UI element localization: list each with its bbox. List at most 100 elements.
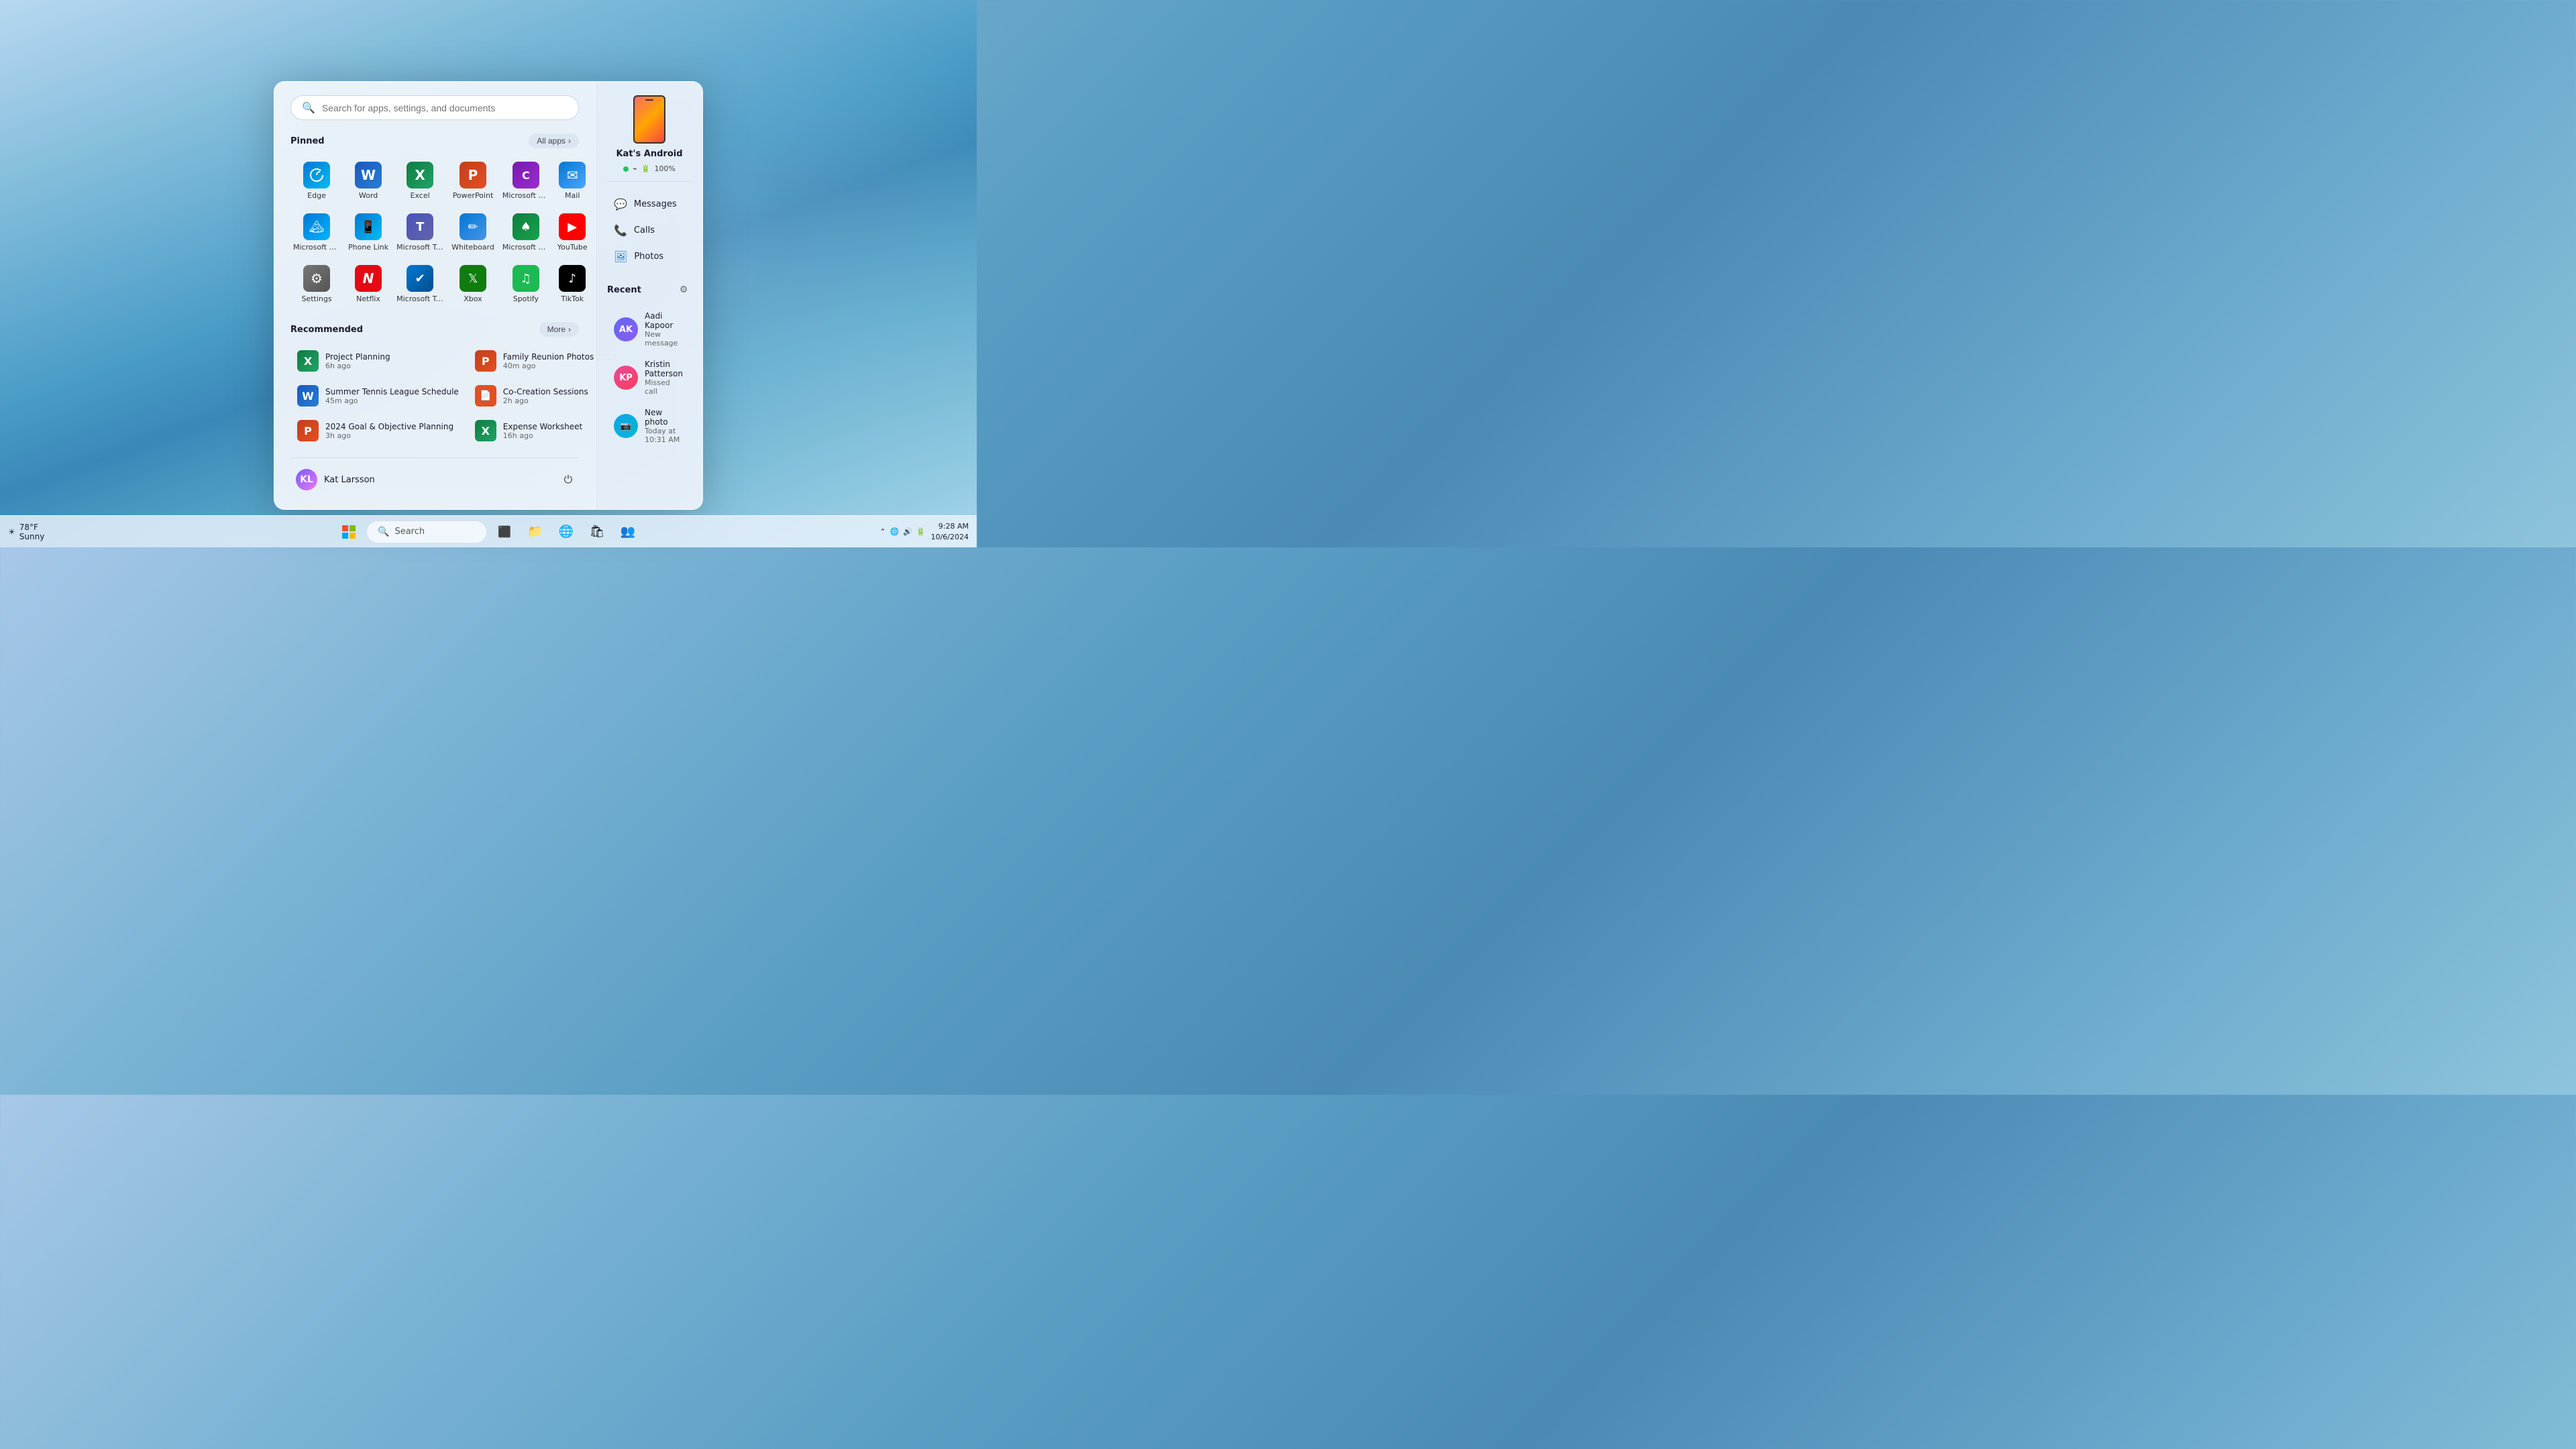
rec-tennis[interactable]: W Summer Tennis League Schedule 45m ago	[290, 380, 466, 412]
app-teams[interactable]: T Microsoft Teams	[394, 208, 446, 257]
recommended-section-header: Recommended More ›	[290, 322, 579, 337]
recent-photo[interactable]: 📷 New photo Today at 10:31 AM	[607, 402, 692, 449]
edge-label: Edge	[307, 191, 326, 200]
app-search-box[interactable]: 🔍	[290, 95, 579, 120]
photos-panel-icon: 🖼	[614, 250, 627, 263]
rec-goals[interactable]: P 2024 Goal & Objective Planning 3h ago	[290, 415, 466, 447]
app-settings[interactable]: ⚙ Settings	[290, 260, 343, 309]
app-mail[interactable]: ✉ Mail	[555, 156, 590, 205]
spotify-label: Spotify	[513, 294, 539, 303]
chevron-up-icon[interactable]: ⌃	[879, 527, 885, 536]
photo-name: New photo	[645, 408, 685, 427]
taskbar-search-icon: 🔍	[378, 527, 389, 537]
clipchamp-label: Microsoft Clipchamp	[502, 191, 549, 200]
tiktok-icon: ♪	[559, 265, 586, 292]
teams-taskbar[interactable]: 👥	[614, 519, 641, 545]
connected-status-dot	[623, 166, 629, 172]
app-search-input[interactable]	[322, 103, 568, 113]
bluetooth-icon: ⌁	[633, 164, 637, 173]
app-solitaire[interactable]: ♠ Microsoft Solitaire...	[500, 208, 552, 257]
word-label: Word	[359, 191, 378, 200]
all-apps-button[interactable]: All apps ›	[529, 133, 579, 148]
recent-aadi[interactable]: AK Aadi Kapoor New message	[607, 306, 692, 353]
rec-excel-icon: X	[297, 350, 319, 372]
more-button[interactable]: More ›	[539, 322, 579, 337]
battery-taskbar-icon[interactable]: 🔋	[916, 527, 926, 536]
rec-goals-name: 2024 Goal & Objective Planning	[325, 422, 453, 431]
app-netflix[interactable]: N Netflix	[345, 260, 391, 309]
app-whiteboard[interactable]: ✏ Whiteboard	[449, 208, 497, 257]
task-view-button[interactable]: ⬛	[491, 519, 518, 545]
solitaire-icon: ♠	[513, 213, 539, 240]
start-button[interactable]	[335, 519, 362, 545]
rec-tennis-time: 45m ago	[325, 396, 459, 405]
power-button[interactable]: ⏻	[557, 469, 579, 490]
messages-label: Messages	[634, 199, 677, 209]
file-explorer-taskbar[interactable]: 📁	[522, 519, 549, 545]
messages-button[interactable]: 💬 Messages	[607, 193, 692, 216]
messages-icon: 💬	[614, 198, 627, 211]
app-tiktok[interactable]: ♪ TikTok	[555, 260, 590, 309]
app-phonelink[interactable]: 📱 Phone Link	[345, 208, 391, 257]
rec-goals-time: 3h ago	[325, 431, 453, 440]
word-icon: W	[355, 162, 382, 189]
recent-settings-button[interactable]: ⚙	[676, 282, 692, 298]
rec-expense-name: Expense Worksheet	[503, 422, 582, 431]
powerpoint-label: PowerPoint	[453, 191, 494, 200]
rec-cocreation-name: Co-Creation Sessions	[503, 387, 588, 396]
taskbar-search-bar[interactable]: 🔍 Search	[366, 521, 487, 543]
rec-tennis-name: Summer Tennis League Schedule	[325, 387, 459, 396]
pinned-section-header: Pinned All apps ›	[290, 133, 579, 148]
excel-icon: X	[407, 162, 433, 189]
app-clipchamp[interactable]: C Microsoft Clipchamp	[500, 156, 552, 205]
solitaire-label: Microsoft Solitaire...	[502, 243, 549, 252]
current-date: 10/6/2024	[931, 532, 969, 542]
user-name: Kat Larsson	[324, 475, 375, 485]
phone-preview	[633, 95, 665, 144]
rec-project-planning[interactable]: X Project Planning 6h ago	[290, 345, 466, 377]
user-profile-button[interactable]: KL Kat Larsson	[290, 466, 380, 493]
recommended-grid: X Project Planning 6h ago P Family Reuni…	[290, 345, 579, 447]
settings-icon: ⚙	[303, 265, 330, 292]
app-edge[interactable]: Edge	[290, 156, 343, 205]
rec-word-icon: W	[297, 385, 319, 407]
youtube-label: YouTube	[557, 243, 588, 252]
weather-temp: 78°F	[19, 523, 45, 532]
network-icon[interactable]: 🌐	[890, 527, 899, 536]
aadi-name: Aadi Kapoor	[645, 311, 685, 330]
app-youtube[interactable]: ▶ YouTube	[555, 208, 590, 257]
app-word[interactable]: W Word	[345, 156, 391, 205]
photos-icon: 🏔	[303, 213, 330, 240]
edge-taskbar[interactable]: 🌐	[553, 519, 580, 545]
mail-label: Mail	[565, 191, 580, 200]
app-excel[interactable]: X Excel	[394, 156, 446, 205]
recent-kristin[interactable]: KP Kristin Patterson Missed call	[607, 354, 692, 401]
todo-icon: ✔	[407, 265, 433, 292]
volume-icon[interactable]: 🔊	[903, 527, 912, 536]
recent-label: Recent	[607, 285, 641, 295]
rec-expense-time: 16h ago	[503, 431, 582, 440]
weather-widget[interactable]: ☀ 78°F Sunny	[8, 523, 44, 541]
device-status: ⌁ 🔋 100%	[623, 164, 676, 173]
kristin-name: Kristin Patterson	[645, 360, 685, 378]
calls-button[interactable]: 📞 Calls	[607, 219, 692, 242]
edge-icon	[303, 162, 330, 189]
app-xbox[interactable]: 𝕏 Xbox	[449, 260, 497, 309]
taskbar-search-label: Search	[394, 527, 425, 537]
app-photos[interactable]: 🏔 Microsoft Photos	[290, 208, 343, 257]
app-powerpoint[interactable]: P PowerPoint	[449, 156, 497, 205]
powerpoint-icon: P	[460, 162, 486, 189]
time-display[interactable]: 9:28 AM 10/6/2024	[931, 521, 969, 542]
device-header: Kat's Android ⌁ 🔋 100%	[607, 95, 692, 182]
app-todo[interactable]: ✔ Microsoft To Do	[394, 260, 446, 309]
netflix-icon: N	[355, 265, 382, 292]
teams-icon: T	[407, 213, 433, 240]
app-spotify[interactable]: ♫ Spotify	[500, 260, 552, 309]
start-menu: 🔍 Pinned All apps › Edge W Wor	[274, 81, 703, 510]
store-taskbar[interactable]: 🛍	[584, 519, 610, 545]
battery-level: 100%	[654, 164, 675, 173]
photos-panel-button[interactable]: 🖼 Photos	[607, 245, 692, 268]
system-tray: ⌃ 🌐 🔊 🔋	[879, 527, 925, 536]
recent-items-list: AK Aadi Kapoor New message KP Kristin Pa…	[607, 306, 692, 449]
kristin-avatar: KP	[614, 366, 638, 390]
